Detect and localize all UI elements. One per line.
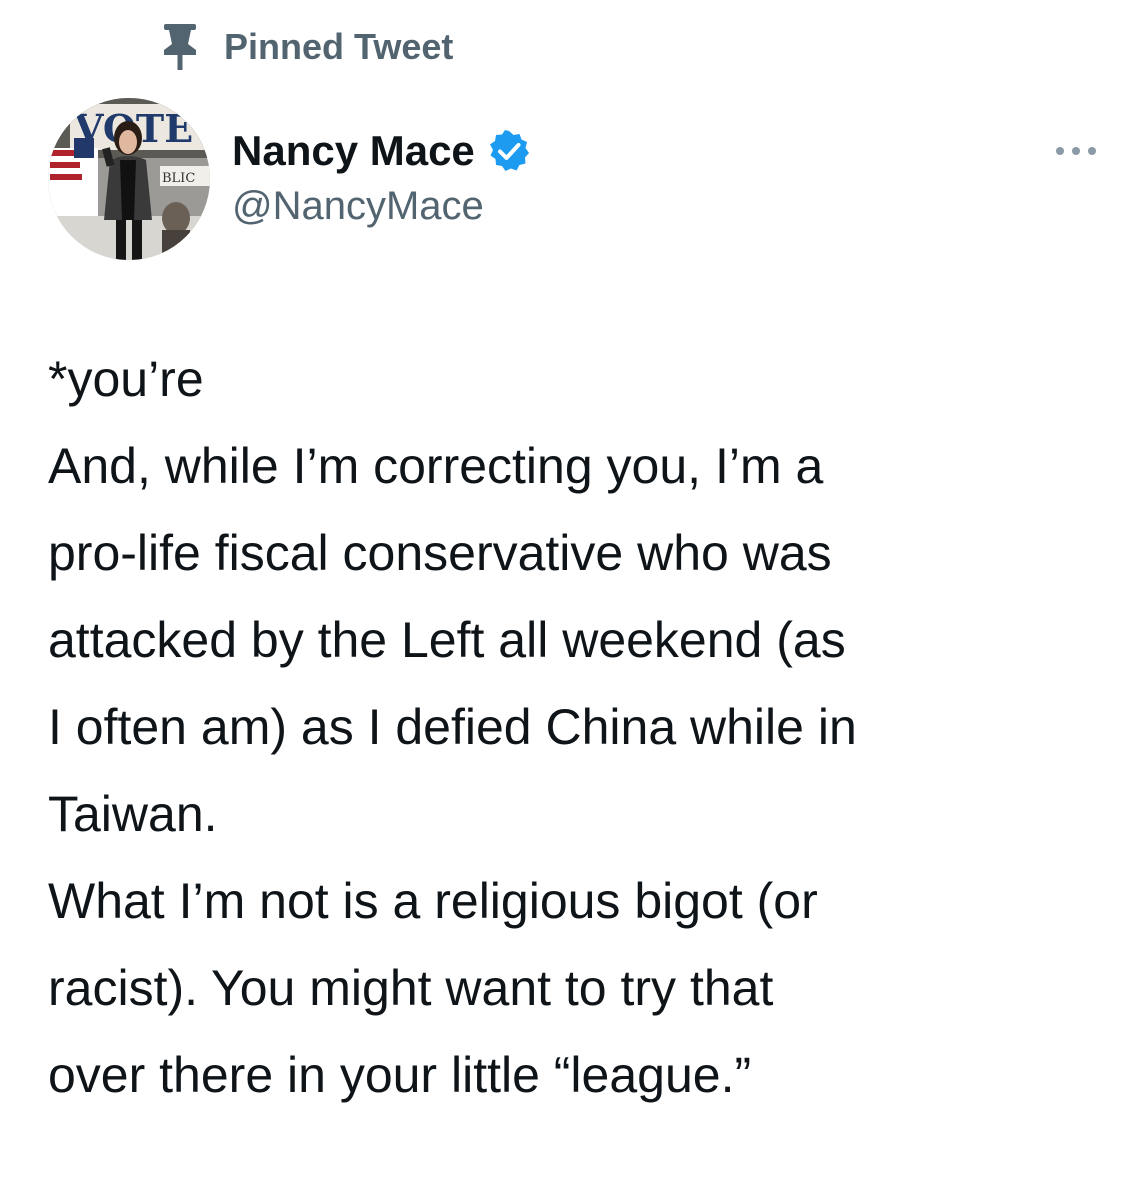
pinned-label: Pinned Tweet bbox=[224, 26, 454, 67]
author-display-name[interactable]: Nancy Mace bbox=[232, 127, 475, 175]
tweet-paragraph: What I’m not is a religious bigot (or ra… bbox=[48, 873, 818, 1103]
tweet-paragraph: And, while I’m correcting you, I’m a pro… bbox=[48, 438, 857, 842]
avatar[interactable]: VOTE BLIC bbox=[48, 98, 210, 260]
author-handle[interactable]: @NancyMace bbox=[232, 184, 484, 229]
avatar-sign-text: BLIC bbox=[162, 171, 195, 186]
more-options-icon[interactable] bbox=[1052, 136, 1100, 166]
verified-badge-icon bbox=[487, 128, 533, 174]
pin-icon bbox=[158, 22, 202, 72]
pinned-tweet-indicator: Pinned Tweet bbox=[158, 22, 453, 72]
author-name-row[interactable]: Nancy Mace bbox=[232, 124, 533, 178]
tweet-text: *you’re And, while I’m correcting you, I… bbox=[48, 336, 1128, 1119]
tweet-paragraph: *you’re bbox=[48, 351, 204, 407]
